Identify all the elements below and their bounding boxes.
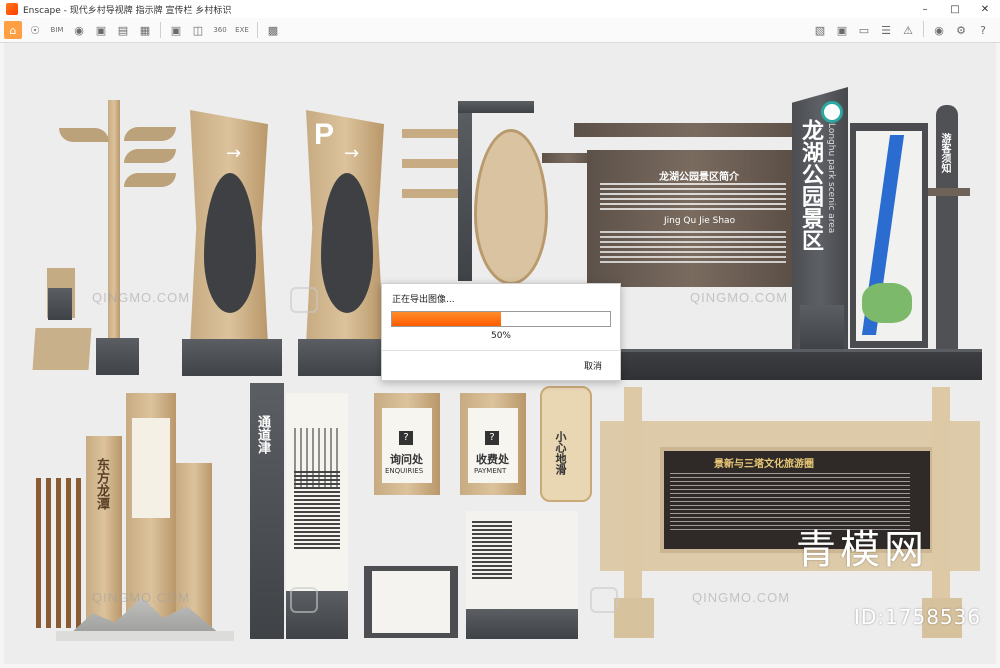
asset-library-icon[interactable]: ☰: [877, 21, 895, 39]
window-controls: – □ ✕: [910, 0, 1000, 18]
toolbar-separator: [160, 22, 161, 38]
bim-icon[interactable]: BIM: [48, 21, 66, 39]
settings-icon[interactable]: ⚙: [952, 21, 970, 39]
minimize-button[interactable]: –: [910, 0, 940, 18]
payment-label-en: PAYMENT: [474, 467, 507, 475]
box-icon[interactable]: ▭: [855, 21, 873, 39]
post-base: [96, 338, 139, 375]
cancel-button[interactable]: 取消: [584, 359, 602, 372]
intro-text-block: [600, 183, 786, 213]
bamboo-cluster: [36, 478, 88, 628]
close-button[interactable]: ✕: [970, 0, 1000, 18]
question-icon: ?: [399, 431, 413, 445]
toolbar-separator: [923, 21, 924, 37]
leaf-frame-top: [458, 101, 534, 113]
title-bar: Enscape - 现代乡村导视牌 指示牌 宣传栏 乡村标识 – □ ✕: [0, 0, 1000, 19]
watermark-logo-icon: [290, 587, 318, 613]
progress-bar-fill: [392, 312, 501, 326]
leaf-board: [124, 127, 176, 141]
toolbar-separator: [257, 22, 258, 38]
scroll-panel: [132, 418, 170, 518]
bookshelf-bars: [472, 521, 512, 581]
park-name-vertical: 龙湖公园景区: [798, 119, 824, 251]
enquiries-label-en: ENQUIRIES: [385, 467, 424, 475]
eye-icon[interactable]: ◉: [930, 21, 948, 39]
park-logo-icon: [821, 101, 843, 123]
progress-bar: [391, 311, 611, 327]
binoculars-icon[interactable]: ◉: [70, 21, 88, 39]
intro-board-beam: [574, 123, 814, 137]
stone-base-wave: [614, 349, 982, 380]
path-vertical: 通道津: [255, 415, 270, 454]
cube-out-icon[interactable]: ▣: [833, 21, 851, 39]
brand-watermark: 青模网: [796, 527, 928, 573]
leaf-board: [124, 149, 176, 163]
export-exe-icon[interactable]: EXE: [233, 21, 251, 39]
park-stone-plinth: [800, 305, 844, 349]
ground-plaque: [32, 328, 92, 370]
leaf-panel: [474, 129, 548, 285]
question-icon: ?: [485, 431, 499, 445]
doc-icon[interactable]: ▤: [114, 21, 132, 39]
vr-icon[interactable]: ▩: [264, 21, 282, 39]
enscape-logo-icon: [6, 3, 18, 15]
cube-icon[interactable]: ▣: [92, 21, 110, 39]
small-sign-base: [48, 288, 72, 320]
leaf-frame-post: [458, 101, 472, 281]
scroll-bars: [294, 471, 340, 551]
bamboo-vertical: 东方龙潭: [94, 458, 109, 510]
rockery-tray: [56, 631, 234, 641]
notice-vertical: 游客须知: [939, 133, 950, 173]
watermark-text: QINGMO.COM: [690, 290, 789, 305]
leaf-board: [59, 128, 109, 142]
leaf-frame-arm: [402, 129, 458, 138]
arrow-board-base-1: [182, 339, 282, 376]
pin-icon[interactable]: ☉: [26, 21, 44, 39]
arrow-right-icon: →: [344, 143, 360, 164]
export-progress-dialog: 正在导出图像... 50% 取消: [381, 283, 621, 381]
watermark-text: QINGMO.COM: [92, 590, 191, 605]
dialog-title: 正在导出图像...: [392, 295, 455, 305]
slip-label: 小心地滑: [554, 431, 567, 475]
park-map-greenery: [862, 283, 912, 323]
leaf-frame-arm: [402, 159, 458, 168]
intro-pinyin-title: Jing Qu Jie Shao: [664, 216, 736, 226]
home-icon[interactable]: ⌂: [4, 21, 22, 39]
clapper-icon[interactable]: ▦: [136, 21, 154, 39]
id-watermark: ID:1758536: [854, 605, 982, 629]
window-title: Enscape - 现代乡村导视牌 指示牌 宣传栏 乡村标识: [23, 5, 232, 16]
toolbar: ⌂ ☉ BIM ◉ ▣ ▤ ▦ ▣ ◫ 360 EXE ▩ ▧ ▣ ▭ ☰ ⚠ …: [0, 18, 1000, 43]
help-icon[interactable]: ?: [974, 21, 992, 39]
camera-icon[interactable]: ▣: [167, 21, 185, 39]
enquiries-label: 询问处: [390, 453, 423, 466]
watermark-logo-icon: [590, 587, 618, 613]
export-image-icon[interactable]: ◫: [189, 21, 207, 39]
watermark-logo-icon: [290, 287, 318, 313]
arrow-right-icon: →: [226, 143, 242, 164]
leaf-board: [124, 173, 176, 187]
export-360-icon[interactable]: 360: [211, 21, 229, 39]
dialog-divider: [382, 350, 620, 351]
bookshelf-base: [466, 609, 578, 639]
leaf-frame-arm: [402, 189, 458, 198]
payment-label: 收费处: [476, 453, 509, 466]
progress-label: 50%: [490, 331, 511, 341]
parking-label: P: [314, 118, 335, 151]
watermark-text: QINGMO.COM: [92, 290, 191, 305]
watermark-text: QINGMO.COM: [692, 590, 791, 605]
map-icon[interactable]: ▧: [811, 21, 829, 39]
intro-title: 龙湖公园景区简介: [659, 172, 739, 183]
enscape-window: Enscape - 现代乡村导视牌 指示牌 宣传栏 乡村标识 – □ ✕ ⌂ ☉…: [0, 0, 1000, 668]
park-name-en: Longhu park scenic area: [826, 123, 836, 234]
intro-pinyin-block: [600, 231, 786, 265]
toolbar-right: ▧ ▣ ▭ ☰ ⚠ ◉ ⚙ ?: [809, 21, 994, 39]
warning-icon[interactable]: ⚠: [899, 21, 917, 39]
maximize-button[interactable]: □: [940, 0, 970, 18]
culture-board-title: 景新与三塔文化旅游圈: [714, 459, 814, 470]
notice-arm: [928, 188, 970, 196]
low-notice-panel: [372, 571, 450, 633]
culture-base-left: [614, 598, 654, 638]
